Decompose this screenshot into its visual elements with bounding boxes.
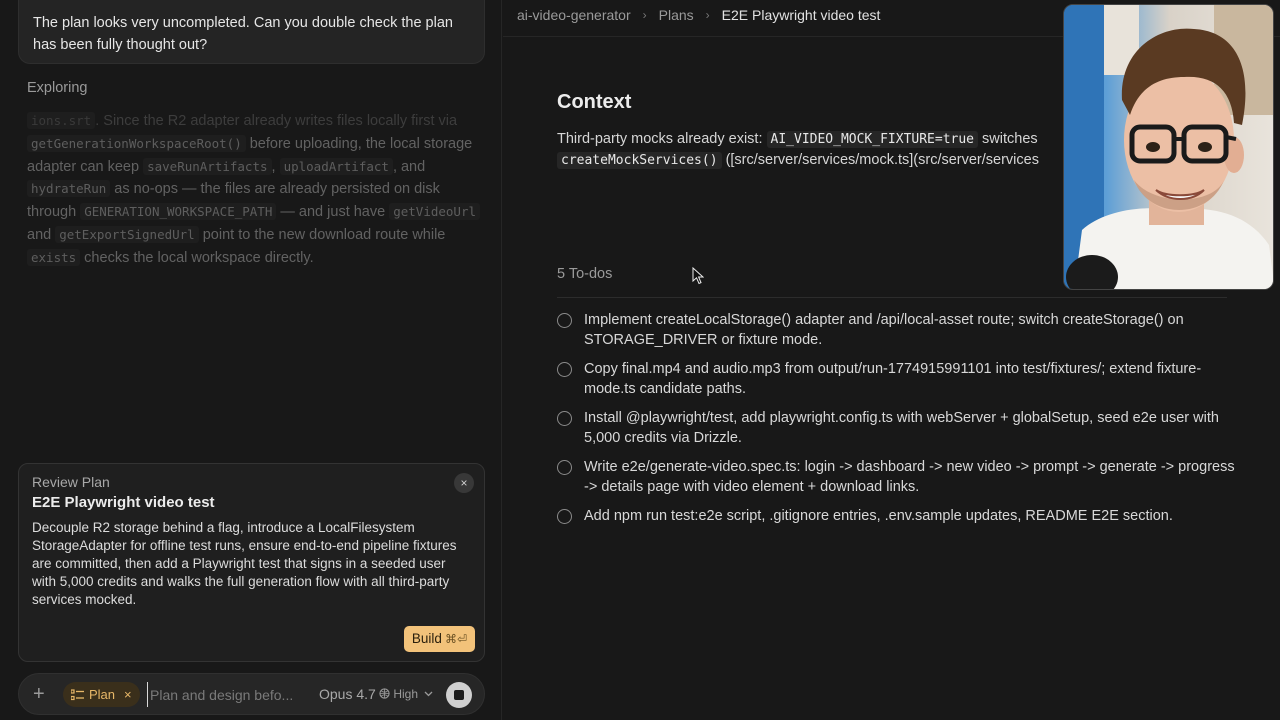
close-icon[interactable]: × (454, 473, 474, 493)
text-span: point to the new download route while (198, 226, 446, 243)
chevron-right-icon: › (705, 8, 710, 22)
breadcrumb-current: E2E Playwright video test (721, 7, 881, 23)
breadcrumb-plans[interactable]: Plans (659, 7, 694, 23)
code-exists: exists (27, 248, 81, 266)
remove-mode-icon[interactable]: × (124, 687, 132, 702)
todo-checkbox[interactable] (557, 313, 572, 328)
text-span: — and just have (276, 204, 390, 221)
text-span: switches (978, 131, 1038, 147)
chevron-down-icon (424, 691, 433, 697)
todo-item: Write e2e/generate-video.spec.ts: login … (557, 457, 1237, 497)
review-plan-description: Decouple R2 storage behind a flag, intro… (32, 520, 457, 607)
todo-item: Add npm run test:e2e script, .gitignore … (557, 506, 1237, 526)
text-span: . Since the R2 adapter already writes fi… (95, 113, 458, 129)
text-span: checks the local workspace directly. (80, 249, 314, 266)
code-ions-srt: ions.srt (27, 112, 96, 129)
user-message: The plan looks very uncompleted. Can you… (18, 0, 485, 64)
code-get-video-url: getVideoUrl (389, 203, 481, 221)
todo-text: Add npm run test:e2e script, .gitignore … (584, 508, 1173, 524)
prompt-input[interactable] (147, 682, 307, 707)
text-span: , (271, 158, 280, 175)
plus-icon[interactable]: + (33, 683, 45, 705)
todos-header: 5 To-dos (557, 266, 613, 282)
text-span: and (27, 226, 56, 243)
review-plan-card: Review Plan E2E Playwright video test De… (18, 463, 485, 662)
code-workspace-path: GENERATION_WORKSPACE_PATH (80, 203, 277, 221)
code-hydrate-run: hydrateRun (27, 180, 111, 198)
plan-mode-label: Plan (89, 687, 116, 702)
agent-message: ions.srt. Since the R2 adapter already w… (27, 110, 482, 270)
todo-item: Implement createLocalStorage() adapter a… (557, 310, 1237, 350)
todo-item: Copy final.mp4 and audio.mp3 from output… (557, 359, 1237, 399)
code-create-mock-services: createMockServices() (557, 152, 722, 169)
text-span: ([src/server/services/mock.ts](src/serve… (721, 152, 1039, 168)
build-shortcut: ⌘⏎ (444, 632, 467, 646)
mouse-cursor-icon (692, 267, 704, 285)
context-heading: Context (557, 91, 632, 113)
chat-panel: The plan looks very uncompleted. Can you… (0, 0, 502, 720)
code-save-run-artifacts: saveRunArtifacts (143, 157, 272, 175)
review-plan-label: Review Plan (32, 474, 110, 490)
effort-selector[interactable]: High (379, 687, 433, 701)
todo-text: Install @playwright/test, add playwright… (584, 410, 1219, 446)
todo-checkbox[interactable] (557, 411, 572, 426)
code-upload-artifact: uploadArtifact (279, 157, 393, 175)
build-button[interactable]: Build ⌘⏎ (403, 626, 475, 652)
stop-button[interactable] (446, 682, 472, 708)
model-selector[interactable]: Opus 4.7 (319, 686, 376, 702)
todo-text: Copy final.mp4 and audio.mp3 from output… (584, 361, 1202, 397)
todos-divider (557, 297, 1227, 298)
breadcrumb-project[interactable]: ai-video-generator (517, 7, 631, 23)
code-env-var: AI_VIDEO_MOCK_FIXTURE=true (766, 131, 979, 148)
exploring-status: Exploring (27, 80, 88, 96)
effort-label: High (393, 687, 419, 701)
todo-text: Write e2e/generate-video.spec.ts: login … (584, 459, 1235, 495)
todo-checkbox[interactable] (557, 460, 572, 475)
context-paragraph: Third-party mocks already exist: AI_VIDE… (557, 129, 1077, 171)
build-label: Build (411, 631, 442, 646)
todo-text: Implement createLocalStorage() adapter a… (584, 312, 1184, 348)
webcam-overlay (1063, 4, 1274, 290)
text-span: Third-party mocks already exist: (557, 131, 767, 147)
text-span: , and (392, 158, 426, 175)
todo-checkbox[interactable] (557, 362, 572, 377)
todo-checkbox[interactable] (557, 509, 572, 524)
breadcrumb: ai-video-generator › Plans › E2E Playwri… (517, 7, 880, 23)
composer: + Plan × Opus 4.7 High (18, 673, 485, 715)
webcam-person-image (1064, 5, 1273, 289)
todo-item: Install @playwright/test, add playwright… (557, 408, 1237, 448)
review-plan-title: E2E Playwright video test (32, 494, 215, 511)
chevron-right-icon: › (642, 8, 647, 22)
code-workspace-root: getGenerationWorkspaceRoot() (27, 134, 246, 152)
plan-mode-chip[interactable]: Plan × (63, 682, 140, 707)
brain-icon (379, 688, 390, 699)
code-get-export-signed-url: getExportSignedUrl (55, 225, 199, 243)
list-icon (71, 688, 84, 700)
